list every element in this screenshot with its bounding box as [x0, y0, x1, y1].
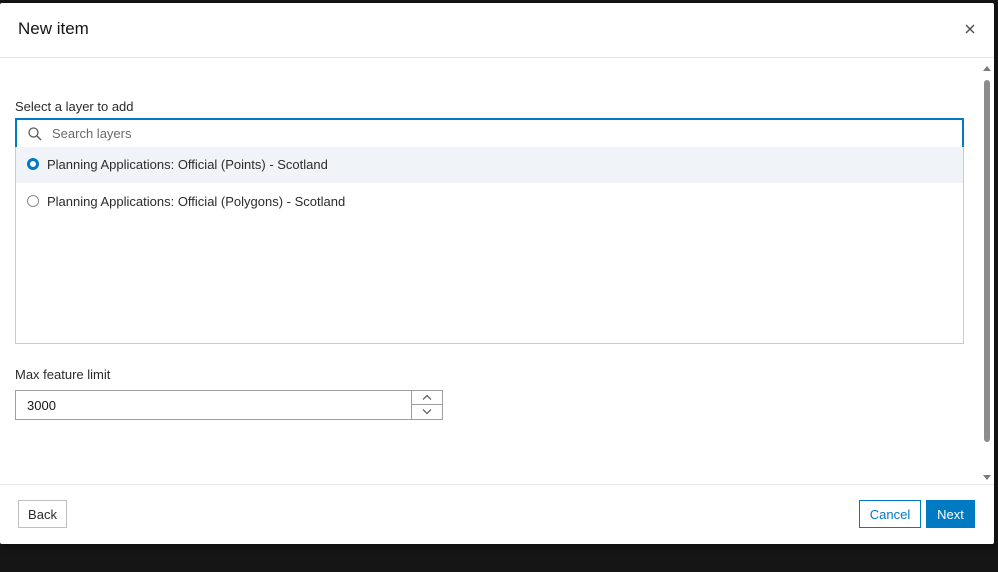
content-scrollbar[interactable]	[982, 63, 992, 483]
dialog-content: Select a layer to add Planning Applicati…	[0, 58, 980, 483]
stepper-increment-button[interactable]	[412, 391, 442, 405]
feature-limit-field	[15, 390, 443, 420]
layer-option-points[interactable]: Planning Applications: Official (Points)…	[16, 147, 963, 183]
dialog-header: New item	[0, 3, 994, 58]
layer-picker-label: Select a layer to add	[15, 99, 134, 114]
scroll-up-arrow-icon[interactable]	[983, 66, 991, 71]
search-icon	[28, 127, 42, 141]
scroll-down-arrow-icon[interactable]	[983, 475, 991, 480]
dialog-title: New item	[18, 19, 89, 38]
cancel-button[interactable]: Cancel	[859, 500, 921, 528]
feature-limit-label: Max feature limit	[15, 367, 111, 382]
next-button[interactable]: Next	[926, 500, 975, 528]
layer-option-polygons[interactable]: Planning Applications: Official (Polygon…	[16, 184, 963, 220]
quantity-stepper	[411, 391, 442, 419]
dialog-footer: Back Cancel Next	[0, 484, 994, 545]
feature-limit-input[interactable]	[27, 391, 407, 419]
close-button[interactable]	[960, 19, 980, 39]
layer-option-label: Planning Applications: Official (Points)…	[47, 157, 328, 172]
layer-search-box	[15, 118, 964, 149]
layer-option-label: Planning Applications: Official (Polygon…	[47, 194, 346, 209]
chevron-up-icon	[422, 394, 432, 400]
chevron-down-icon	[422, 409, 432, 415]
radio-unselected[interactable]	[27, 195, 39, 207]
back-button[interactable]: Back	[18, 500, 67, 528]
layer-search-input[interactable]	[52, 120, 952, 147]
stepper-decrement-button[interactable]	[412, 405, 442, 419]
radio-selected[interactable]	[27, 158, 39, 170]
close-icon	[965, 24, 975, 34]
layer-list: Planning Applications: Official (Points)…	[15, 147, 964, 344]
new-item-dialog: New item Select a layer to add Planning …	[0, 3, 994, 544]
scroll-thumb[interactable]	[984, 80, 990, 442]
